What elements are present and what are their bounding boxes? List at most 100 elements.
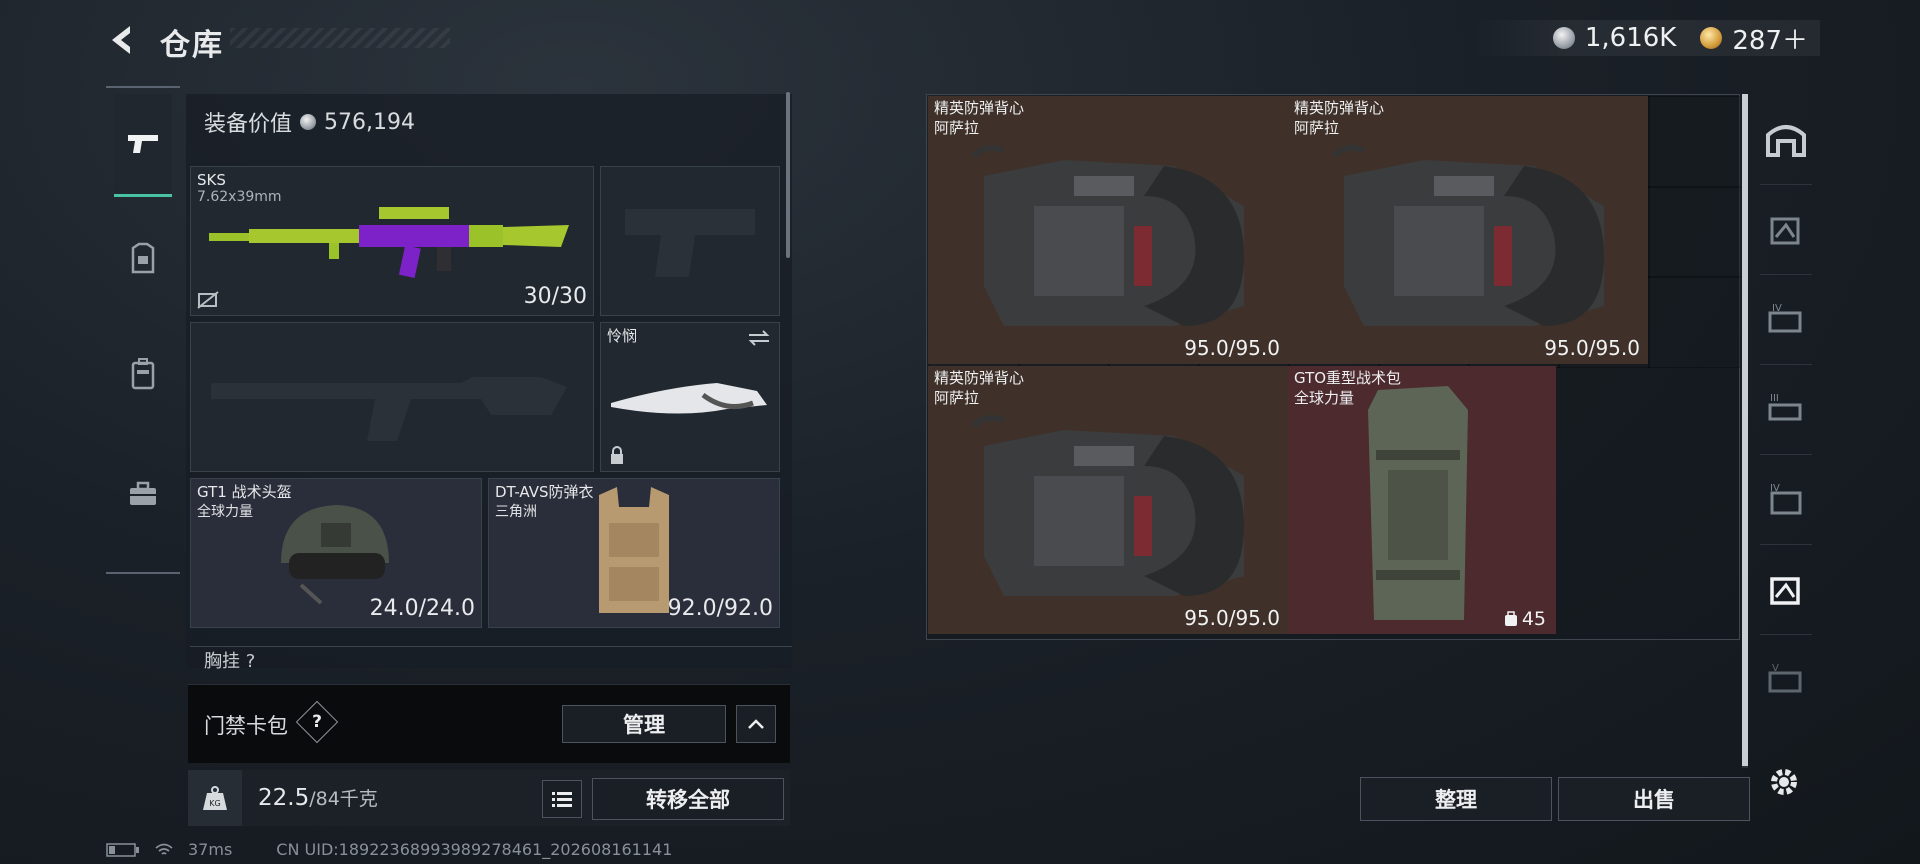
melee-slot[interactable]: 怜悯 (600, 322, 780, 472)
knife-image (611, 383, 767, 414)
collapse-button[interactable] (736, 705, 776, 743)
swap-icon[interactable] (747, 329, 771, 347)
item-durability: 95.0/95.0 (1544, 336, 1640, 360)
ping-value: 37ms (188, 840, 233, 859)
currency-silver-value[interactable]: 1,616K (1585, 23, 1676, 53)
primary-weapon-slot[interactable]: SKS 7.62x39mm 30/30 (190, 166, 594, 316)
helmet-slot[interactable]: GT1 战术头盔 全球力量 24.0/24.0 (190, 478, 482, 628)
storage-category-nav: IV III IV V (1760, 94, 1812, 734)
svg-text:IV: IV (1772, 303, 1782, 314)
warehouse-icon (1766, 125, 1806, 157)
storage-scrollbar-thumb[interactable] (1742, 94, 1748, 766)
equipment-value-label: 装备价值 (204, 112, 293, 137)
backpack-image (1368, 386, 1468, 620)
capacity-badge: 45 (1504, 608, 1546, 630)
nav-storage-4b[interactable]: IV (1760, 454, 1812, 545)
kg-weight-icon: KG (203, 786, 227, 810)
vest-image (1331, 145, 1604, 326)
backpack-icon (131, 358, 155, 390)
capacity-value: 45 (1521, 608, 1546, 630)
item-faction: 阿萨拉 (934, 119, 980, 137)
settings-gear-icon[interactable] (1766, 764, 1802, 800)
nav-weapons[interactable] (114, 94, 172, 197)
pistol-silhouette-icon (625, 209, 755, 277)
equipment-value-amount: 576,194 (324, 109, 415, 135)
list-icon (552, 792, 572, 807)
item-name: 精英防弹背心 (1294, 99, 1385, 117)
vest-image (971, 415, 1244, 596)
nav-storage-2[interactable] (1760, 184, 1812, 275)
armor-slot[interactable]: DT-AVS防弹衣 三角洲 92.0/92.0 (488, 478, 780, 628)
storage-tier-2-icon (1770, 217, 1800, 245)
back-arrow-icon[interactable] (104, 22, 140, 58)
helmet-faction: 全球力量 (197, 504, 253, 520)
nav-storage-3[interactable]: III (1760, 364, 1812, 455)
sort-button[interactable]: 整理 (1360, 777, 1552, 821)
status-bar: 37ms CN UID:18922368993989278461_2026081… (106, 840, 672, 859)
nav-storage-4[interactable]: IV (1760, 274, 1812, 365)
nav-backpack[interactable] (114, 324, 172, 424)
page-title: 仓库 (160, 28, 224, 63)
storage-tier-3-icon: III (1768, 393, 1802, 421)
storage-item-vest-1[interactable]: 精英防弹背心 阿萨拉 95.0/95.0 (928, 96, 1288, 364)
equipment-value: 装备价值 576,194 (204, 106, 415, 138)
nav-case[interactable] (114, 444, 172, 544)
sell-button[interactable]: 出售 (1558, 777, 1750, 821)
currency-gold-value[interactable]: 287＋ (1732, 20, 1808, 57)
wifi-icon (155, 843, 173, 855)
weight-icon-box: KG (188, 770, 242, 826)
armor-vest-icon (131, 242, 155, 274)
storage-tier-5-icon: V (1768, 663, 1802, 693)
storage-scrollbar[interactable] (1742, 94, 1748, 768)
help-icon-glyph: ? (312, 712, 322, 732)
silver-coin-icon (1552, 27, 1575, 49)
storage-active-icon (1770, 577, 1800, 605)
storage-item-vest-2[interactable]: 精英防弹背心 阿萨拉 95.0/95.0 (1288, 96, 1648, 364)
ammo-count: 30/30 (523, 284, 587, 309)
item-durability: 95.0/95.0 (1184, 606, 1280, 630)
sks-rifle-image (209, 207, 569, 279)
transfer-all-button[interactable]: 转移全部 (592, 778, 784, 820)
carry-weight-current: 22.5 (258, 785, 310, 811)
nav-storage-main[interactable] (1760, 94, 1812, 185)
melee-name: 怜悯 (607, 327, 638, 345)
rifle-silhouette-icon (211, 377, 567, 441)
vest-image (971, 145, 1244, 326)
armor-durability: 92.0/92.0 (667, 596, 773, 621)
nav-storage-active[interactable] (1760, 544, 1812, 635)
capacity-icon (1504, 611, 1517, 626)
armor-faction: 三角洲 (495, 504, 537, 520)
chevron-up-icon (748, 719, 764, 729)
svg-text:IV: IV (1770, 483, 1780, 494)
storage-tier-4-icon: IV (1768, 303, 1802, 333)
storage-item-backpack[interactable]: GTO重型战术包 全球力量 45 (1288, 366, 1556, 634)
gold-coin-icon (1700, 27, 1723, 49)
item-name: 精英防弹背心 (934, 99, 1025, 117)
chest-rig-slot[interactable]: 胸挂 ? (190, 646, 792, 675)
item-durability: 95.0/95.0 (1184, 336, 1280, 360)
title-decoration (230, 28, 450, 48)
sidearm-slot[interactable] (600, 166, 780, 316)
helmet-image (281, 505, 389, 605)
silver-coin-icon (300, 114, 317, 130)
grid-cell[interactable] (1648, 96, 1740, 188)
storage-item-vest-3[interactable]: 精英防弹背心 阿萨拉 95.0/95.0 (928, 366, 1288, 634)
grid-cell[interactable] (1648, 186, 1740, 278)
armor-image (599, 487, 669, 613)
secondary-weapon-slot[interactable] (190, 322, 594, 472)
item-faction: 阿萨拉 (1294, 119, 1340, 137)
list-view-button[interactable] (542, 780, 582, 818)
manage-button[interactable]: 管理 (562, 705, 726, 743)
nav-armor[interactable] (114, 208, 172, 308)
loadout-scrollbar[interactable] (786, 92, 790, 258)
armor-name: DT-AVS防弹衣 (495, 483, 594, 501)
helmet-durability: 24.0/24.0 (369, 596, 475, 621)
grid-cell[interactable] (1648, 276, 1740, 368)
nav-storage-5[interactable]: V (1760, 634, 1812, 724)
svg-text:KG: KG (209, 799, 220, 808)
keycard-case-label: 门禁卡包 (204, 714, 288, 738)
storage-tier-4b-icon: IV (1770, 483, 1802, 515)
battery-icon (106, 842, 139, 857)
item-faction: 阿萨拉 (934, 389, 980, 407)
briefcase-icon (130, 481, 156, 505)
